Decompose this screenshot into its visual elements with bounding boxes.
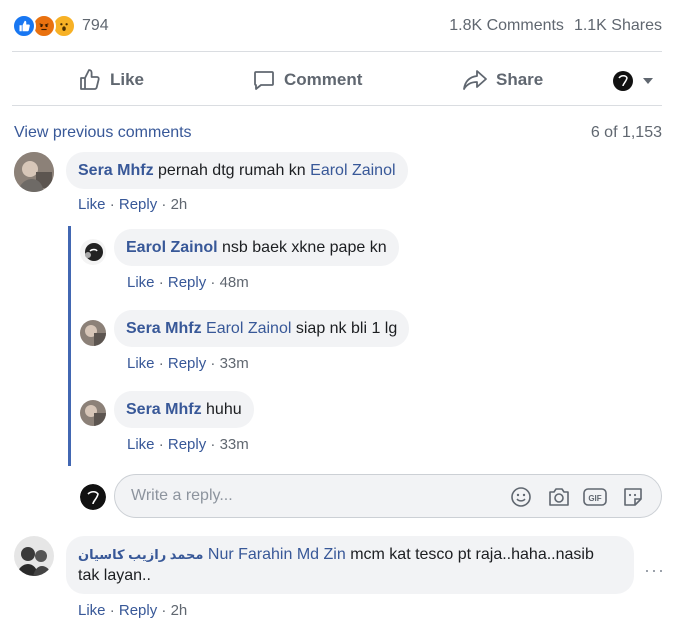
comment-button[interactable]: Comment [252, 68, 362, 92]
comment-author[interactable]: محمد رازيب كاسيان [78, 547, 203, 562]
separator-dot: · [210, 274, 216, 291]
comment-bubble: محمد رازيب كاسيان Nur Farahin Md Zin mcm… [66, 536, 634, 594]
comments-count-link[interactable]: 1.8K Comments [449, 17, 564, 35]
reply-meta: Like · Reply · 33m [127, 355, 249, 372]
comment-text: pernah dtg rumah kn [158, 162, 306, 179]
reply-timestamp[interactable]: 33m [220, 436, 249, 453]
reply-mention[interactable]: Earol Zainol [206, 320, 291, 337]
reply-thread-line [68, 226, 71, 466]
caret-down-icon [642, 76, 654, 86]
thumbs-up-icon [78, 68, 102, 92]
reply-like-link[interactable]: Like [127, 355, 155, 372]
reply-bubble: Earol Zainol nsb baek xkne pape kn [114, 229, 399, 266]
share-arrow-icon [462, 68, 488, 92]
reply-author-avatar[interactable] [80, 400, 106, 426]
reply-author-avatar[interactable] [80, 239, 106, 265]
separator-dot: · [109, 602, 115, 619]
comment-reply-link[interactable]: Reply [119, 196, 157, 213]
comment-meta: Like · Reply · 2h [78, 196, 187, 213]
shares-count-link[interactable]: 1.1K Shares [574, 17, 662, 35]
reply-text: siap nk bli 1 lg [295, 320, 398, 337]
reaction-summary[interactable]: 794 [12, 13, 109, 38]
reply-composer: GIF [114, 474, 662, 518]
reply-author[interactable]: Sera Mhfz [126, 401, 202, 418]
view-previous-comments-link[interactable]: View previous comments [14, 124, 192, 142]
audience-selector[interactable] [612, 70, 654, 92]
reply-bubble: Sera Mhfz Earol Zainol siap nk bli 1 lg [114, 310, 410, 347]
separator-dot: · [161, 196, 167, 213]
separator-dot: · [158, 355, 164, 372]
reply-author[interactable]: Sera Mhfz [126, 320, 202, 337]
commenter-avatar[interactable] [14, 536, 54, 576]
comment-author[interactable]: Sera Mhfz [78, 162, 154, 179]
like-reaction-icon [12, 13, 36, 38]
reply-meta: Like · Reply · 48m [127, 274, 249, 291]
comment-text-line-2: tak layan.. [78, 567, 151, 584]
separator-dot: · [161, 602, 167, 619]
reply-timestamp[interactable]: 33m [220, 355, 249, 372]
reply-like-link[interactable]: Like [127, 436, 155, 453]
emoji-icon[interactable] [509, 485, 533, 509]
separator-dot: · [210, 355, 216, 372]
reply-bubble: Sera Mhfz huhu [114, 391, 254, 428]
like-button-label: Like [110, 70, 145, 89]
separator-dot: · [210, 436, 216, 453]
comment-text-line-1: mcm kat tesco pt raja..haha..nasib [350, 546, 594, 563]
reply-text: huhu [206, 401, 242, 418]
like-button[interactable]: Like [78, 68, 144, 92]
comment-bubble: Sera Mhfz pernah dtg rumah kn Earol Zain… [66, 152, 408, 189]
camera-icon[interactable] [547, 485, 571, 509]
post-actions-bar: Like Comment Share [12, 52, 662, 106]
commenter-avatar[interactable] [14, 152, 54, 192]
gif-icon[interactable]: GIF [583, 485, 607, 509]
reply-reply-link[interactable]: Reply [168, 274, 206, 291]
current-user-avatar [80, 484, 106, 510]
more-options-icon[interactable]: ··· [644, 560, 665, 581]
comment-like-link[interactable]: Like [78, 196, 106, 213]
comment-mention[interactable]: Nur Farahin Md Zin [208, 546, 346, 563]
comment-like-link[interactable]: Like [78, 602, 106, 619]
reactions-count[interactable]: 794 [82, 17, 109, 35]
reply-meta: Like · Reply · 33m [127, 436, 249, 453]
reply-text: nsb baek xkne pape kn [222, 239, 387, 256]
share-button[interactable]: Share [462, 68, 543, 92]
reply-like-link[interactable]: Like [127, 274, 155, 291]
svg-text:GIF: GIF [588, 494, 601, 503]
reply-input[interactable] [131, 485, 491, 507]
comments-page-count: 6 of 1,153 [590, 124, 662, 141]
page-avatar-icon [612, 70, 634, 92]
sticker-icon[interactable] [621, 485, 645, 509]
reply-reply-link[interactable]: Reply [168, 355, 206, 372]
comment-timestamp[interactable]: 2h [171, 602, 188, 619]
reply-author[interactable]: Earol Zainol [126, 239, 218, 256]
reply-timestamp[interactable]: 48m [220, 274, 249, 291]
comment-meta: Like · Reply · 2h [78, 602, 187, 619]
reply-author-avatar[interactable] [80, 320, 106, 346]
separator-dot: · [158, 274, 164, 291]
comment-mention[interactable]: Earol Zainol [310, 162, 395, 179]
comment-button-label: Comment [284, 70, 363, 89]
separator-dot: · [109, 196, 115, 213]
separator-dot: · [158, 436, 164, 453]
comments-header: View previous comments 6 of 1,153 [14, 124, 662, 142]
comment-timestamp[interactable]: 2h [171, 196, 188, 213]
post-stats-bar: 794 1.8K Comments 1.1K Shares [12, 0, 662, 52]
share-button-label: Share [496, 70, 544, 89]
comment-bubble-icon [252, 68, 276, 92]
reply-reply-link[interactable]: Reply [168, 436, 206, 453]
comment-reply-link[interactable]: Reply [119, 602, 157, 619]
